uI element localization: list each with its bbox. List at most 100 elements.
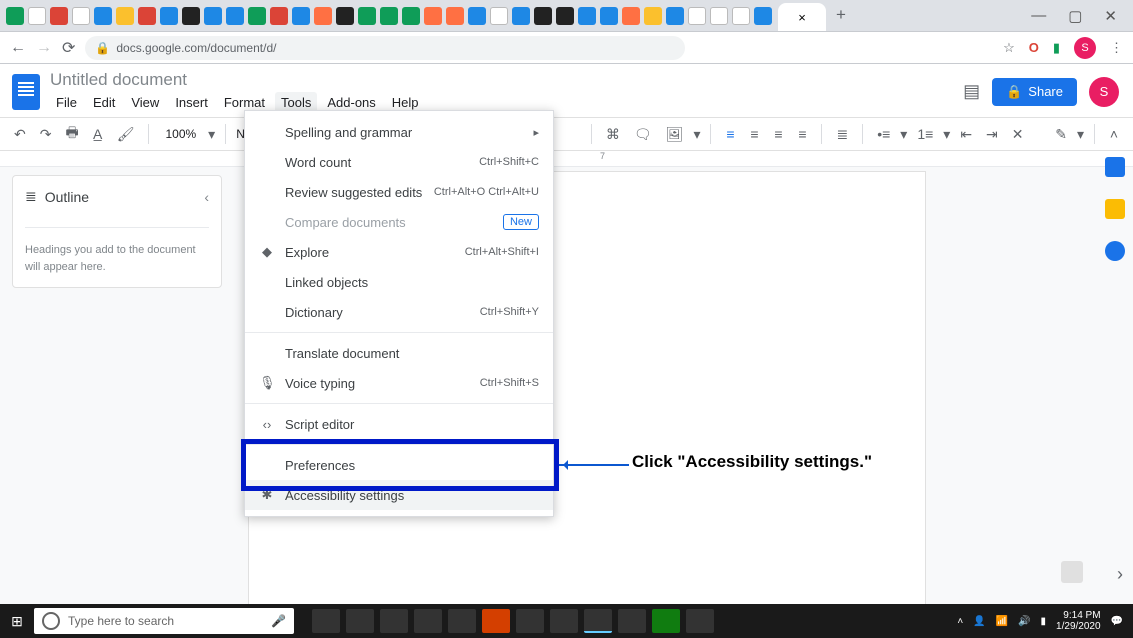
excel-taskbar-icon[interactable] bbox=[652, 609, 680, 633]
align-right-button[interactable]: ≡ bbox=[769, 123, 787, 145]
action-center-icon[interactable]: 💬 bbox=[1111, 616, 1123, 627]
tasks-sidepanel-icon[interactable] bbox=[1105, 241, 1125, 261]
bookmark-star-icon[interactable]: ☆ bbox=[1003, 40, 1015, 56]
taskbar-search[interactable]: Type here to search 🎤 bbox=[34, 608, 294, 634]
menu-compare-label: Compare documents bbox=[285, 215, 493, 230]
omnibox[interactable]: 🔒 docs.google.com/document/d/ bbox=[85, 36, 685, 60]
show-sidepanel-icon[interactable]: › bbox=[1117, 564, 1123, 585]
decrease-indent-button[interactable]: ⇤ bbox=[956, 123, 976, 146]
numbered-list-caret-icon[interactable]: ▾ bbox=[943, 126, 950, 143]
menu-file[interactable]: File bbox=[50, 92, 83, 113]
bulleted-list-button[interactable]: •≡ bbox=[873, 123, 894, 145]
mic-icon[interactable]: 🎤 bbox=[271, 614, 286, 628]
chrome-taskbar-icon[interactable] bbox=[584, 609, 612, 633]
horizontal-ruler[interactable]: 3 4 5 6 7 bbox=[0, 151, 1133, 167]
menu-review-label: Review suggested edits bbox=[285, 185, 424, 200]
menu-word-count[interactable]: Word count Ctrl+Shift+C bbox=[245, 147, 553, 177]
menu-separator bbox=[245, 444, 553, 445]
new-tab-button[interactable]: + bbox=[826, 5, 856, 31]
taskbar-app-icon[interactable] bbox=[414, 609, 442, 633]
taskbar-app-icon[interactable] bbox=[448, 609, 476, 633]
keep-sidepanel-icon[interactable] bbox=[1105, 199, 1125, 219]
zoom-level[interactable]: 100% bbox=[159, 127, 202, 141]
align-left-button[interactable]: ≡ bbox=[721, 123, 739, 145]
nav-back-icon[interactable]: ← bbox=[10, 39, 26, 57]
undo-button[interactable]: ↶ bbox=[10, 123, 30, 146]
line-spacing-button[interactable]: ≣ bbox=[832, 123, 852, 146]
print-button[interactable]: 🖶 bbox=[61, 119, 82, 149]
window-close[interactable]: ✕ bbox=[1104, 7, 1117, 25]
menu-translate[interactable]: Translate document bbox=[245, 338, 553, 368]
insert-image-button[interactable]: 🖼 bbox=[662, 123, 688, 146]
tray-volume-icon[interactable]: 🔊 bbox=[1018, 616, 1030, 627]
nav-reload-icon[interactable]: ⟳ bbox=[62, 38, 75, 58]
extension-icon-1[interactable]: O bbox=[1029, 40, 1039, 55]
insert-link-button[interactable]: ⌘ bbox=[602, 123, 624, 146]
tab-close-icon[interactable]: × bbox=[798, 10, 806, 25]
clear-formatting-button[interactable]: ✕ bbox=[1008, 123, 1028, 146]
menu-review-suggested[interactable]: Review suggested edits Ctrl+Alt+O Ctrl+A… bbox=[245, 177, 553, 207]
browser-avatar[interactable]: S bbox=[1074, 37, 1096, 59]
menu-accessibility-settings[interactable]: ✱ Accessibility settings bbox=[245, 480, 553, 510]
menu-compare-documents: Compare documents New bbox=[245, 207, 553, 237]
taskbar-app-icon[interactable] bbox=[618, 609, 646, 633]
open-comments-icon[interactable]: ▤ bbox=[963, 81, 980, 102]
menu-explore[interactable]: ◆ Explore Ctrl+Alt+Shift+I bbox=[245, 237, 553, 267]
calendar-sidepanel-icon[interactable] bbox=[1105, 157, 1125, 177]
docs-logo-icon[interactable] bbox=[12, 74, 40, 110]
taskbar-app-icon[interactable] bbox=[686, 609, 714, 633]
active-tab[interactable]: × bbox=[778, 3, 826, 31]
browser-menu-icon[interactable]: ⋮ bbox=[1110, 40, 1123, 56]
editing-mode-caret-icon[interactable]: ▾ bbox=[1077, 126, 1084, 143]
document-title[interactable]: Untitled document bbox=[50, 70, 425, 90]
align-center-button[interactable]: ≡ bbox=[745, 123, 763, 145]
search-circle-icon bbox=[42, 612, 60, 630]
side-panel bbox=[1105, 157, 1125, 261]
window-minimize[interactable]: — bbox=[1031, 7, 1046, 25]
numbered-list-button[interactable]: 1≡ bbox=[913, 123, 937, 145]
taskview-icon[interactable] bbox=[312, 609, 340, 633]
paint-format-button[interactable]: 🖌 bbox=[113, 123, 139, 146]
tray-user-icon[interactable]: 👤 bbox=[973, 616, 985, 627]
extension-icon-2[interactable]: ▮ bbox=[1053, 40, 1060, 56]
menu-explore-label: Explore bbox=[285, 245, 455, 260]
account-avatar[interactable]: S bbox=[1089, 77, 1119, 107]
menu-voice-typing[interactable]: 🎙 Voice typing Ctrl+Shift+S bbox=[245, 368, 553, 398]
window-maximize[interactable]: ▢ bbox=[1068, 7, 1082, 25]
tray-overflow-icon[interactable]: ˄ bbox=[957, 616, 963, 627]
menu-script-editor[interactable]: ‹› Script editor bbox=[245, 409, 553, 439]
bulleted-list-caret-icon[interactable]: ▾ bbox=[900, 126, 907, 143]
tray-battery-icon[interactable]: ▮ bbox=[1041, 616, 1047, 627]
redo-button[interactable]: ↷ bbox=[36, 123, 56, 146]
taskbar-clock[interactable]: 9:14 PM 1/29/2020 bbox=[1056, 610, 1101, 632]
align-justify-button[interactable]: ≡ bbox=[793, 123, 811, 145]
annotation-text: Click "Accessibility settings." bbox=[632, 452, 872, 472]
increase-indent-button[interactable]: ⇥ bbox=[982, 123, 1002, 146]
taskbar-app-icon[interactable] bbox=[380, 609, 408, 633]
collapse-toolbar-button[interactable]: ˄ bbox=[1105, 123, 1123, 145]
outline-collapse-icon[interactable]: ‹ bbox=[204, 189, 209, 205]
menu-spelling-grammar[interactable]: Spelling and grammar ▸ bbox=[245, 117, 553, 147]
tray-network-icon[interactable]: 📶 bbox=[996, 616, 1008, 627]
menu-insert[interactable]: Insert bbox=[169, 92, 214, 113]
menu-edit[interactable]: Edit bbox=[87, 92, 121, 113]
share-button[interactable]: 🔒 Share bbox=[992, 78, 1077, 106]
menu-linked-objects[interactable]: Linked objects bbox=[245, 267, 553, 297]
document-area: 3 4 5 6 7 ≣ Outline ‹ Headings you add t… bbox=[0, 151, 1133, 631]
taskbar-app-icon[interactable] bbox=[550, 609, 578, 633]
explore-fab-icon[interactable] bbox=[1061, 561, 1083, 583]
insert-image-caret-icon[interactable]: ▾ bbox=[693, 126, 700, 143]
taskbar-app-icon[interactable] bbox=[516, 609, 544, 633]
taskbar-app-icon[interactable] bbox=[346, 609, 374, 633]
add-comment-button[interactable]: 🗨 bbox=[630, 123, 656, 146]
start-button[interactable]: ⊞ bbox=[0, 613, 34, 630]
editing-mode-button[interactable]: ✎ bbox=[1051, 123, 1071, 146]
menu-preferences[interactable]: Preferences bbox=[245, 450, 553, 480]
menu-view[interactable]: View bbox=[125, 92, 165, 113]
outline-help-text: Headings you add to the document will ap… bbox=[25, 227, 209, 275]
zoom-caret-icon[interactable]: ▾ bbox=[208, 126, 215, 143]
spellcheck-button[interactable]: A̲ bbox=[89, 123, 107, 145]
taskbar-app-icon[interactable] bbox=[482, 609, 510, 633]
menu-dictionary-shortcut: Ctrl+Shift+Y bbox=[480, 306, 539, 318]
menu-dictionary[interactable]: Dictionary Ctrl+Shift+Y bbox=[245, 297, 553, 327]
